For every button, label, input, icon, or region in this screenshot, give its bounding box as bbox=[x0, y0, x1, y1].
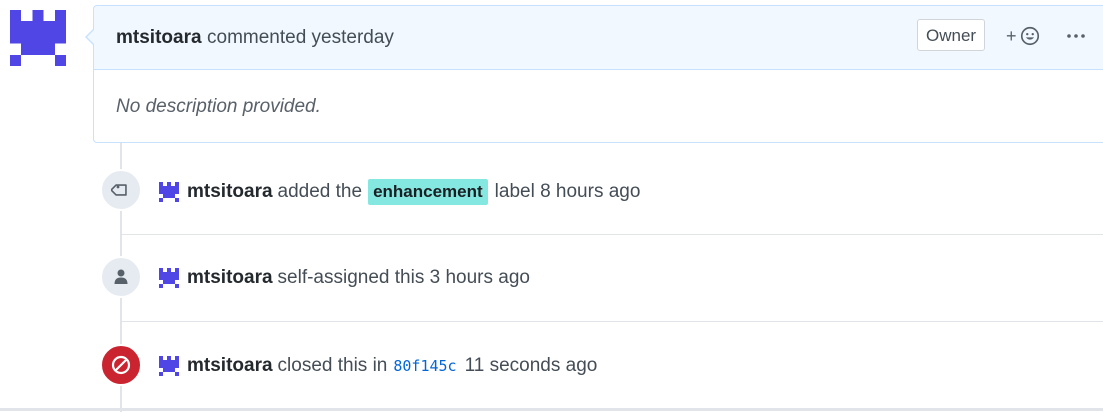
timeline-bottom-divider bbox=[0, 408, 1103, 411]
assign-event: mtsitoara self-assigned this 3 hours ago bbox=[159, 267, 530, 289]
commit-link[interactable]: 80f145c bbox=[393, 357, 456, 375]
comment-author-link[interactable]: mtsitoara bbox=[116, 27, 202, 49]
event-text: self-assigned this 3 hours ago bbox=[277, 267, 530, 288]
event-text: closed this in bbox=[277, 355, 388, 376]
tag-icon bbox=[111, 184, 127, 196]
comment-header: mtsitoara commented yesterday Owner + bbox=[94, 6, 1103, 70]
assign-event-badge bbox=[100, 256, 142, 298]
comment-timestamp[interactable]: commented yesterday bbox=[207, 27, 394, 49]
identicon-avatar-icon bbox=[10, 10, 66, 66]
reaction-plus: + bbox=[1006, 25, 1017, 46]
enhancement-label[interactable]: enhancement bbox=[368, 179, 488, 205]
comment-options-button[interactable] bbox=[1064, 24, 1088, 48]
event-actor-link[interactable]: mtsitoara bbox=[187, 267, 273, 289]
avatar[interactable] bbox=[10, 10, 66, 66]
identicon-avatar-icon[interactable] bbox=[159, 268, 179, 288]
circle-slash-icon bbox=[111, 355, 131, 375]
closed-event: mtsitoara closed this in 80f145c 11 seco… bbox=[159, 355, 597, 377]
issue-timeline: mtsitoara commented yesterday Owner + No… bbox=[0, 0, 1103, 412]
event-divider bbox=[122, 321, 1103, 322]
label-event: mtsitoara added the enhancement label 8 … bbox=[159, 179, 640, 205]
event-actor-link[interactable]: mtsitoara bbox=[187, 355, 273, 377]
event-timestamp[interactable]: 11 seconds ago bbox=[465, 355, 598, 377]
person-icon bbox=[114, 269, 128, 284]
event-actor-link[interactable]: mtsitoara bbox=[187, 181, 273, 203]
identicon-avatar-icon[interactable] bbox=[159, 182, 179, 202]
comment-box: mtsitoara commented yesterday Owner + No… bbox=[85, 5, 1103, 143]
event-divider bbox=[122, 234, 1103, 235]
event-text: added the bbox=[277, 181, 363, 202]
label-event-badge bbox=[100, 169, 142, 211]
event-timestamp[interactable]: label 8 hours ago bbox=[495, 181, 641, 203]
closed-event-badge bbox=[100, 344, 142, 386]
kebab-horizontal-icon bbox=[1067, 34, 1085, 38]
add-reaction-button[interactable]: + bbox=[1006, 22, 1041, 50]
identicon-avatar-icon[interactable] bbox=[159, 356, 179, 376]
smiley-icon bbox=[1020, 26, 1039, 46]
comment-body: No description provided. bbox=[116, 96, 321, 117]
owner-badge: Owner bbox=[917, 19, 986, 51]
